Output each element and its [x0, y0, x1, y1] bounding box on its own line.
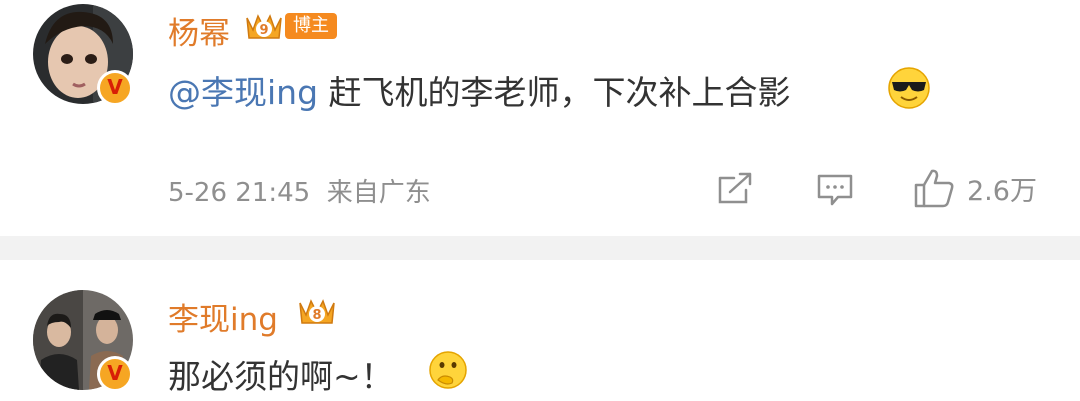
mention-link[interactable]: @李现ing	[168, 73, 318, 112]
reply-button[interactable]	[816, 173, 854, 207]
verified-badge-icon: V	[97, 70, 133, 106]
username[interactable]: 杨幂	[168, 8, 230, 53]
verified-badge-icon: V	[97, 356, 133, 392]
comment-divider	[0, 236, 1080, 260]
blogger-tag: 博主	[285, 13, 337, 39]
crown-vip-icon: 9	[246, 14, 282, 39]
svg-text:9: 9	[259, 23, 268, 38]
crown-vip-icon: 8	[299, 299, 335, 324]
username[interactable]: 李现ing	[168, 294, 278, 339]
comment-item: V 杨幂 9 博主 @李现ing 赶飞机的李老师，下次补上合影 5-26 21:…	[0, 0, 1080, 236]
comment-time: 5-26 21:45 来自广东	[168, 178, 431, 208]
comment-body: 赶飞机的李老师，下次补上合影	[318, 73, 791, 112]
share-button[interactable]	[716, 172, 754, 206]
svg-text:8: 8	[312, 308, 321, 323]
thumbs-up-icon	[914, 169, 954, 208]
comment-icon	[817, 174, 853, 206]
comment-text: @李现ing 赶飞机的李老师，下次补上合影	[168, 66, 791, 114]
comment-item: V 李现ing 8 那必须的啊~！	[0, 260, 1080, 401]
like-button[interactable]: 2.6万	[913, 167, 1037, 209]
cool-sunglasses-emoji-icon	[888, 67, 930, 109]
comment-location: 来自广东	[326, 178, 431, 208]
like-count: 2.6万	[967, 175, 1037, 207]
comment-text: 那必须的啊~！	[168, 357, 394, 396]
share-icon	[718, 172, 752, 204]
thinking-emoji-icon	[429, 351, 467, 389]
